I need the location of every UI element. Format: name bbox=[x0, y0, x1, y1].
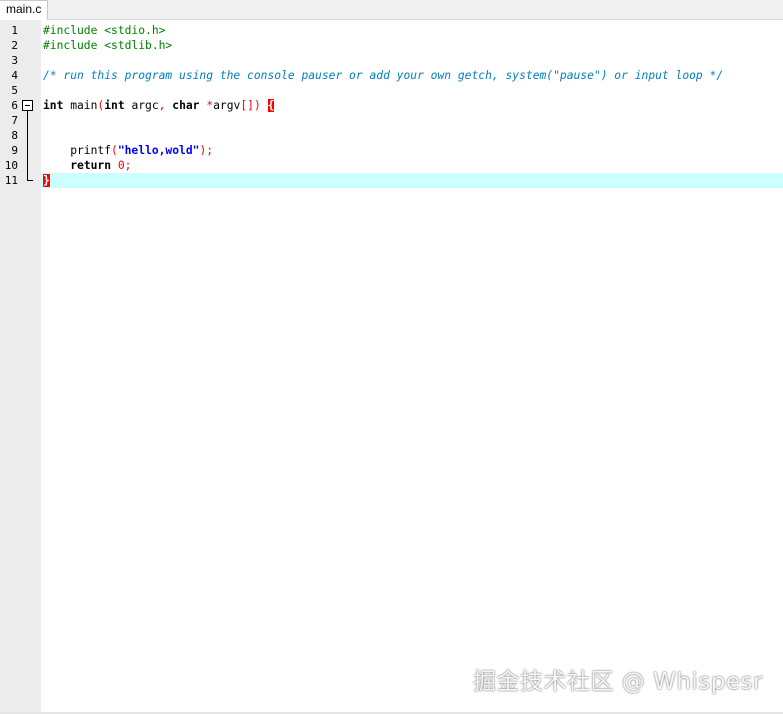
line-code: int main(int argc, char *argv[]) { bbox=[43, 98, 275, 113]
code-token: argc bbox=[124, 99, 159, 112]
matched-brace: } bbox=[43, 174, 50, 187]
line-code: printf("hello,wold"); bbox=[43, 143, 213, 158]
line-number: 1 bbox=[11, 24, 18, 37]
line-number: 8 bbox=[11, 129, 18, 142]
code-token: "hello,wold" bbox=[117, 144, 200, 157]
line-number: 9 bbox=[11, 144, 18, 157]
code-token: char bbox=[172, 99, 200, 112]
code-token: main bbox=[63, 99, 98, 112]
code-token: []) bbox=[240, 99, 261, 112]
line-number: 2 bbox=[11, 39, 18, 52]
fold-end-marker bbox=[27, 180, 33, 181]
fold-collapse-icon[interactable] bbox=[22, 100, 33, 111]
code-token: ); bbox=[199, 144, 214, 157]
code-token: return bbox=[70, 159, 112, 172]
line-number: 6 bbox=[11, 99, 18, 112]
code-token: argv bbox=[213, 99, 241, 112]
code-token: #include <stdio.h> bbox=[43, 24, 166, 37]
fold-guide-line bbox=[27, 111, 28, 180]
line-code: #include <stdio.h> bbox=[43, 23, 165, 38]
line-number: 3 bbox=[11, 54, 18, 67]
code-token: 0 bbox=[117, 159, 125, 172]
code-line[interactable]: 8 bbox=[0, 128, 783, 143]
code-token: int bbox=[43, 99, 64, 112]
code-line[interactable]: 9 printf("hello,wold"); bbox=[0, 143, 783, 158]
code-line[interactable]: 7 bbox=[0, 113, 783, 128]
code-token: ; bbox=[124, 159, 132, 172]
code-line[interactable]: 6 int main(int argc, char *argv[]) { bbox=[0, 98, 783, 113]
tab-bar: main.c bbox=[0, 0, 783, 20]
line-number: 11 bbox=[4, 174, 18, 187]
tab-label: main.c bbox=[6, 2, 42, 16]
code-token: /* run this program using the console pa… bbox=[43, 69, 724, 82]
code-token: int bbox=[104, 99, 125, 112]
line-number: 5 bbox=[11, 84, 18, 97]
code-editor[interactable]: 1 #include <stdio.h> 2 #include <stdlib.h> 3… bbox=[0, 20, 783, 714]
line-code: return 0; bbox=[43, 158, 131, 173]
code-line[interactable]: 4 /* run this program using the console p… bbox=[0, 68, 783, 83]
code-line[interactable]: 10 return 0; bbox=[0, 158, 783, 173]
code-line[interactable]: 3 bbox=[0, 53, 783, 68]
code-token: ( bbox=[111, 144, 118, 157]
code-token: printf bbox=[43, 144, 112, 157]
line-code: } bbox=[43, 173, 50, 188]
line-code: #include <stdlib.h> bbox=[43, 38, 172, 53]
line-number: 10 bbox=[4, 159, 18, 172]
matched-brace: { bbox=[267, 99, 275, 112]
code-line[interactable]: 11} bbox=[0, 173, 783, 188]
watermark: 掘金技术社区 @ Whispesr bbox=[472, 669, 763, 695]
tab-main-c[interactable]: main.c bbox=[0, 0, 49, 20]
code-line[interactable]: 2 #include <stdlib.h> bbox=[0, 38, 783, 53]
line-code: /* run this program using the console pa… bbox=[43, 68, 723, 83]
line-number: 7 bbox=[11, 114, 18, 127]
line-number: 4 bbox=[11, 69, 18, 82]
code-line[interactable]: 1 #include <stdio.h> bbox=[0, 23, 783, 38]
code-line[interactable]: 5 bbox=[0, 83, 783, 98]
code-token: #include <stdlib.h> bbox=[43, 39, 173, 52]
